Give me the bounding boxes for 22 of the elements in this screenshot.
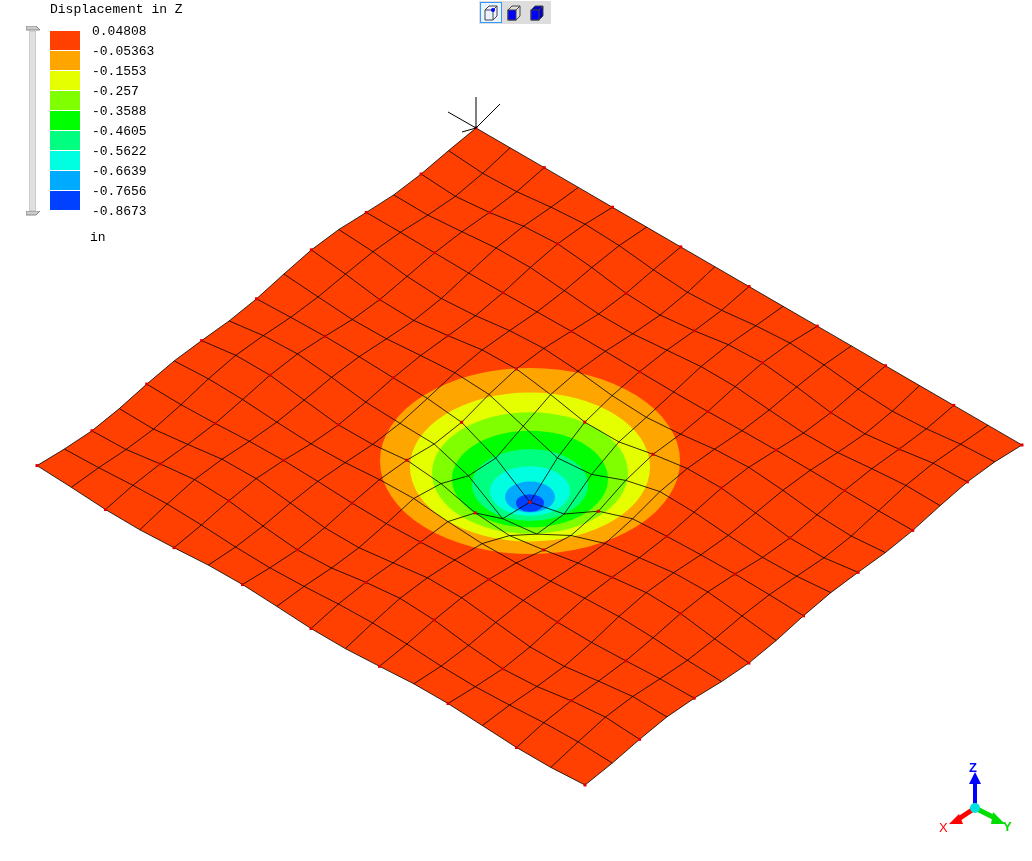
legend-value: -0.5622 xyxy=(92,143,148,161)
legend-value: -0.05363 xyxy=(92,43,155,61)
legend-title: Displacement in Z xyxy=(50,2,183,18)
slider-handle[interactable] xyxy=(26,211,40,216)
legend-value: -0.6639 xyxy=(92,163,148,181)
legend-value: -0.1553 xyxy=(92,63,148,81)
axis-label: Y xyxy=(1003,819,1012,834)
legend-value: 0.04808 xyxy=(92,23,148,41)
legend-value: -0.3588 xyxy=(92,103,148,121)
cube-icon xyxy=(528,3,546,22)
view-mode-button[interactable] xyxy=(480,2,502,23)
range-slider[interactable] xyxy=(29,31,36,211)
wireframe-cube-icon xyxy=(482,3,500,22)
legend-value: -0.8673 xyxy=(92,203,148,221)
legend-value: -0.4605 xyxy=(92,123,148,141)
axis-label: Z xyxy=(969,760,977,775)
slider-handle[interactable] xyxy=(26,26,40,31)
unit-label: in xyxy=(90,229,106,247)
legend-value: -0.7656 xyxy=(92,183,148,201)
axis-label: X xyxy=(939,820,948,835)
legend-value: -0.257 xyxy=(92,83,140,101)
axis-triad-drawing xyxy=(949,772,1005,824)
